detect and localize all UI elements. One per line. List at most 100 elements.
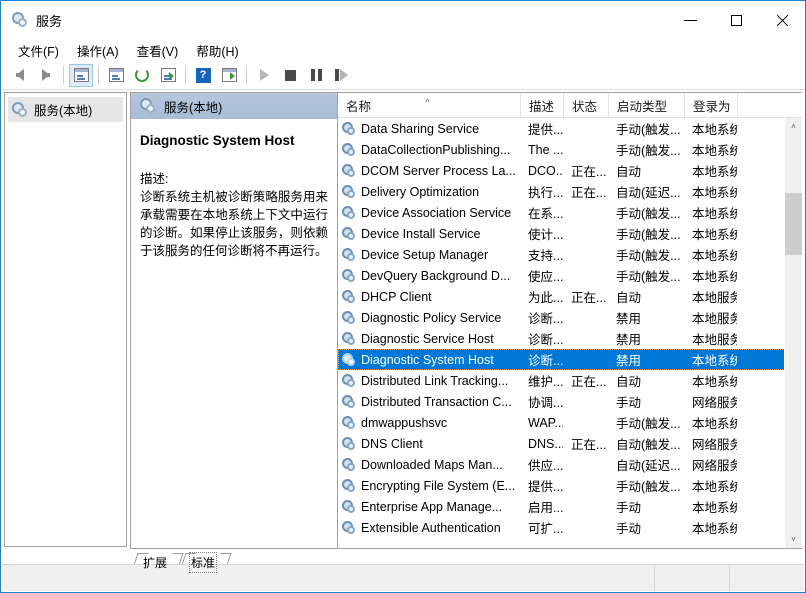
close-button[interactable] (759, 1, 805, 39)
services-gear-icon (140, 98, 156, 114)
back-arrow-icon (16, 69, 24, 81)
table-row[interactable]: DNS ClientDNS...正在...自动(触发...网络服务 (338, 433, 785, 454)
service-name: Extensible Authentication (361, 521, 501, 535)
cell-startup: 自动 (608, 161, 684, 180)
caption-buttons (667, 1, 805, 39)
cell-logon: 网络服务 (684, 434, 737, 453)
service-name: dmwappushsvc (361, 416, 447, 430)
cell-name: Device Association Service (338, 206, 520, 220)
stop-service-button[interactable] (278, 64, 302, 87)
column-header-startup-type[interactable]: 启动类型 (608, 93, 684, 118)
vertical-scrollbar[interactable]: ˄ ˅ (784, 118, 802, 548)
table-row[interactable]: Device Setup Manager支持...手动(触发...本地系统 (338, 244, 785, 265)
table-row[interactable]: Enterprise App Manage...启用...手动本地系统 (338, 496, 785, 517)
service-name: Diagnostic Service Host (361, 332, 494, 346)
show-hide-tree-button[interactable] (69, 64, 93, 87)
menu-label-file: 文件(F) (18, 45, 59, 59)
service-name: Encrypting File System (E... (361, 479, 515, 493)
menu-item-file[interactable]: 文件(F) (9, 39, 68, 62)
column-label-status: 状态 (572, 96, 597, 115)
cell-name: DNS Client (338, 437, 520, 451)
table-row[interactable]: DataCollectionPublishing... The ... 手动(触发.… (338, 139, 785, 160)
cell-startup: 手动 (608, 392, 684, 411)
cell-name: DevQuery Background D... (338, 269, 520, 283)
service-name: DHCP Client (361, 290, 432, 304)
show-action-pane-button[interactable] (217, 64, 241, 87)
table-row[interactable]: Device Association Service在系...手动(触发...本… (338, 202, 785, 223)
cell-startup: 自动(延迟... (608, 182, 684, 201)
service-gear-icon (342, 122, 356, 136)
cell-state: 正在... (563, 371, 608, 390)
table-row[interactable]: DHCP Client为此...正在...自动本地服务 (338, 286, 785, 307)
status-segment-1 (654, 565, 729, 591)
cell-logon: 网络服务 (684, 392, 737, 411)
help-button[interactable]: ? (191, 64, 215, 87)
scroll-up-button[interactable]: ˄ (785, 118, 802, 135)
table-row[interactable]: dmwappushsvcWAP...手动(触发...本地系统 (338, 412, 785, 433)
column-header-log-on-as[interactable]: 登录为 (684, 93, 737, 118)
service-name: Diagnostic System Host (361, 353, 494, 367)
cell-desc: The ... (520, 143, 563, 157)
cell-name: Data Sharing Service (338, 122, 520, 136)
column-header-name[interactable]: 名称 ^ (338, 93, 520, 118)
table-row[interactable]: Data Sharing Service提供...手动(触发...本地系统 (338, 118, 785, 139)
export-list-button[interactable] (156, 64, 180, 87)
minimize-button[interactable] (667, 1, 713, 39)
scroll-down-button[interactable]: ˅ (785, 531, 802, 548)
service-gear-icon (342, 248, 356, 262)
tree-item-label: 服务(本地) (34, 100, 92, 119)
table-row[interactable]: DevQuery Background D...使应...手动(触发...本地系… (338, 265, 785, 286)
cell-startup: 手动(触发... (608, 413, 684, 432)
table-row[interactable]: Diagnostic Service Host诊断...禁用本地服务 (338, 328, 785, 349)
export-list-icon (161, 68, 176, 82)
maximize-button[interactable] (713, 1, 759, 39)
refresh-button[interactable] (130, 64, 154, 87)
cell-startup: 手动(触发... (608, 224, 684, 243)
cell-startup: 自动(触发... (608, 434, 684, 453)
service-gear-icon (342, 206, 356, 220)
table-row[interactable]: Distributed Transaction C...协调...手动网络服务 (338, 391, 785, 412)
table-row[interactable]: Distributed Link Tracking...维护...正在...自动… (338, 370, 785, 391)
column-header-status[interactable]: 状态 (563, 93, 608, 118)
table-row[interactable]: Device Install Service使计...手动(触发...本地系统 (338, 223, 785, 244)
table-row[interactable]: Extensible Authentication可扩...手动本地系统 (338, 517, 785, 538)
menu-item-view[interactable]: 查看(V) (128, 39, 188, 62)
service-name: DataCollectionPublishing... (361, 143, 510, 157)
menu-item-help[interactable]: 帮助(H) (187, 39, 247, 62)
service-gear-icon (342, 395, 356, 409)
refresh-icon (135, 68, 149, 82)
back-button[interactable] (8, 64, 32, 87)
list-rows: Data Sharing Service提供...手动(触发...本地系统Dat… (338, 118, 785, 548)
service-gear-icon (342, 353, 356, 367)
scrollbar-thumb[interactable] (785, 193, 802, 255)
cell-name: Device Setup Manager (338, 248, 520, 262)
pause-service-button[interactable] (304, 64, 328, 87)
table-row[interactable]: Diagnostic System Host诊断...禁用本地系统 (338, 349, 785, 370)
service-name: DNS Client (361, 437, 423, 451)
tree-item-services-local[interactable]: 服务(本地) (8, 97, 123, 122)
properties-button[interactable] (104, 64, 128, 87)
service-detail-column: 服务(本地) Diagnostic System Host 描述: 诊断系统主机… (131, 93, 337, 548)
cell-startup: 自动(延迟... (608, 455, 684, 474)
cell-state: 正在... (563, 161, 608, 180)
restart-service-button[interactable] (330, 64, 354, 87)
table-row[interactable]: Delivery Optimization执行...正在...自动(延迟...本… (338, 181, 785, 202)
cell-desc: 支持... (520, 245, 563, 264)
column-header-description[interactable]: 描述 (520, 93, 563, 118)
services-window: 服务 文件(F) 操作(A) 查看(V) 帮助(H) (0, 0, 806, 593)
table-row[interactable]: Downloaded Maps Man...供应...自动(延迟...网络服务 (338, 454, 785, 475)
scrollbar-track[interactable] (785, 135, 802, 531)
forward-button[interactable] (34, 64, 58, 87)
table-row[interactable]: Diagnostic Policy Service诊断...禁用本地服务 (338, 307, 785, 328)
play-icon (260, 69, 269, 81)
table-row[interactable]: Encrypting File System (E...提供...手动(触发..… (338, 475, 785, 496)
menu-bar: 文件(F) 操作(A) 查看(V) 帮助(H) (1, 39, 805, 61)
start-service-button[interactable] (252, 64, 276, 87)
column-header-extra[interactable] (737, 93, 787, 118)
table-row[interactable]: DCOM Server Process La...DCO...正在...自动本地… (338, 160, 785, 181)
service-name: Delivery Optimization (361, 185, 479, 199)
menu-label-help: 帮助(H) (196, 45, 238, 59)
cell-startup: 手动(触发... (608, 140, 684, 159)
menu-item-action[interactable]: 操作(A) (68, 39, 128, 62)
cell-desc: WAP... (520, 416, 563, 430)
